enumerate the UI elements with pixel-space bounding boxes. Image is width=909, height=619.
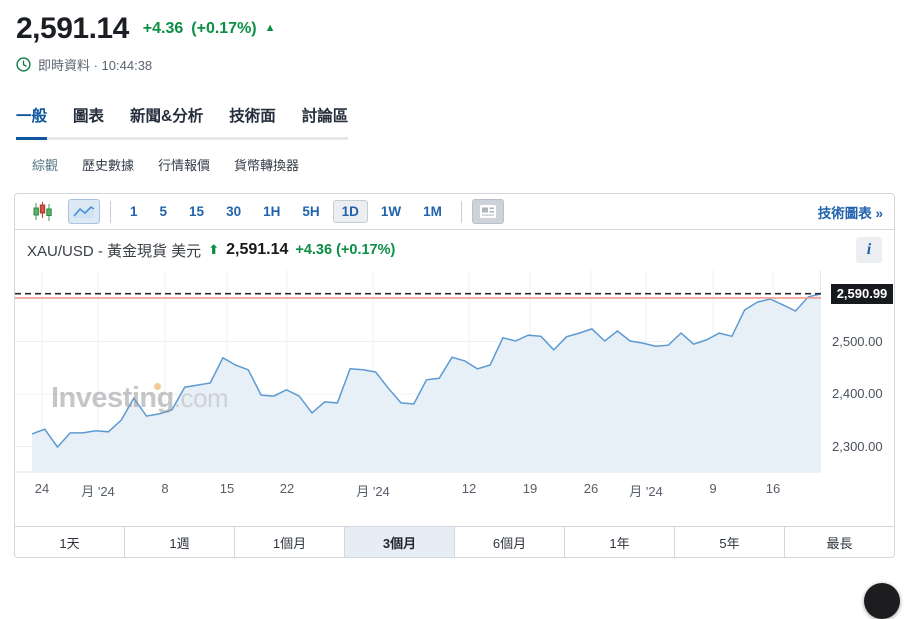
technical-chart-link[interactable]: 技術圖表 » — [818, 202, 883, 222]
chart-toolbar: 1515301H5H1D1W1M 技術圖表 » — [15, 194, 894, 230]
clock-icon — [16, 57, 31, 72]
last-price-badge: 2,590.99 — [831, 284, 893, 304]
instrument-header: 2,591.14 +4.36 (+0.17%) ▲ 即時資料 · 10:44:3… — [0, 0, 909, 74]
x-tick-label: 15 — [220, 481, 234, 496]
x-tick-label: 月 '24 — [81, 481, 115, 500]
interval-1[interactable]: 1 — [121, 200, 147, 223]
chart-title-row: XAU/USD - 黃金現貨 美元 ⬆ 2,591.14 +4.36 (+0.1… — [15, 230, 894, 270]
range-6m[interactable]: 6個月 — [454, 527, 564, 557]
interval-15[interactable]: 15 — [180, 200, 213, 223]
x-tick-label: 16 — [766, 481, 780, 496]
interval-5[interactable]: 5 — [151, 200, 177, 223]
interval-1h[interactable]: 1H — [254, 200, 289, 223]
realtime-label: 即時資料 · 10:44:38 — [38, 55, 152, 74]
up-arrow-icon: ⬆ — [208, 242, 219, 258]
toolbar-divider — [461, 201, 462, 223]
range-1d[interactable]: 1天 — [15, 527, 124, 557]
candlestick-chart-icon[interactable] — [26, 199, 58, 224]
subtab-currency-converter[interactable]: 貨幣轉換器 — [234, 155, 299, 174]
price-change: +4.36 (+0.17%) ▲ — [143, 20, 276, 38]
interval-5h[interactable]: 5H — [293, 200, 328, 223]
subtab-overview[interactable]: 綜觀 — [32, 155, 58, 174]
x-tick-label: 12 — [462, 481, 476, 496]
tab-general[interactable]: 一般 — [16, 104, 47, 137]
x-tick-label: 19 — [523, 481, 537, 496]
x-tick-label: 22 — [280, 481, 294, 496]
last-price: 2,591.14 — [16, 12, 129, 46]
change-value: +4.36 — [143, 20, 183, 38]
range-5y[interactable]: 5年 — [674, 527, 784, 557]
interval-buttons: 1515301H5H1D1W1M — [121, 200, 451, 223]
chart-area-fill — [32, 294, 821, 472]
interval-30[interactable]: 30 — [217, 200, 250, 223]
change-percent: (+0.17%) — [191, 20, 256, 38]
chart-price: 2,591.14 — [226, 241, 288, 259]
y-tick-label: 2,500.00 — [832, 334, 883, 349]
chart-card: 1515301H5H1D1W1M 技術圖表 » XAU/USD - 黃金現貨 美… — [14, 193, 895, 558]
x-tick-label: 26 — [584, 481, 598, 496]
x-axis: 24 月 '24 8 15 22 月 '24 12 19 26 月 '24 9 16 — [15, 475, 894, 501]
tab-news-analysis[interactable]: 新聞&分析 — [130, 104, 203, 137]
chart-plot-area[interactable]: Investing.com 2,500.002,400.002,300.00 2… — [15, 270, 894, 475]
range-1y[interactable]: 1年 — [564, 527, 674, 557]
subtab-historical-data[interactable]: 歷史數據 — [82, 155, 134, 174]
chart-instrument-name: XAU/USD - 黃金現貨 美元 — [27, 240, 201, 261]
range-max[interactable]: 最長 — [784, 527, 894, 557]
x-tick-label: 8 — [161, 481, 168, 496]
range-1m[interactable]: 1個月 — [234, 527, 344, 557]
x-tick-label: 月 '24 — [629, 481, 663, 500]
subtab-quotes[interactable]: 行情報價 — [158, 155, 210, 174]
main-tabs: 一般圖表新聞&分析技術面討論區 — [16, 104, 909, 137]
x-tick-label: 月 '24 — [356, 481, 390, 500]
y-tick-label: 2,400.00 — [832, 386, 883, 401]
tab-technical[interactable]: 技術面 — [229, 104, 276, 137]
up-triangle-icon: ▲ — [265, 22, 276, 34]
range-selector: 1天1週1個月3個月6個月1年5年最長 — [15, 526, 894, 557]
floating-action-button[interactable] — [864, 583, 900, 619]
interval-1w[interactable]: 1W — [372, 200, 410, 223]
toolbar-divider — [110, 201, 111, 223]
news-panel-icon[interactable] — [472, 199, 504, 224]
range-1w[interactable]: 1週 — [124, 527, 234, 557]
interval-1d[interactable]: 1D — [333, 200, 368, 223]
tab-charts[interactable]: 圖表 — [73, 104, 104, 137]
tab-discussions[interactable]: 討論區 — [302, 104, 349, 137]
chart-change: +4.36 (+0.17%) — [295, 242, 395, 258]
range-3m[interactable]: 3個月 — [344, 527, 454, 557]
x-tick-label: 9 — [709, 481, 716, 496]
interval-1m[interactable]: 1M — [414, 200, 451, 223]
x-tick-label: 24 — [35, 481, 49, 496]
y-tick-label: 2,300.00 — [832, 439, 883, 454]
area-chart-icon[interactable] — [68, 199, 100, 224]
active-tab-indicator — [16, 137, 47, 140]
sub-tabs: 綜觀 歷史數據 行情報價 貨幣轉換器 — [16, 155, 909, 174]
price-chart-svg[interactable] — [15, 270, 821, 475]
info-icon[interactable]: i — [856, 237, 882, 263]
tab-underline-track — [16, 137, 348, 140]
